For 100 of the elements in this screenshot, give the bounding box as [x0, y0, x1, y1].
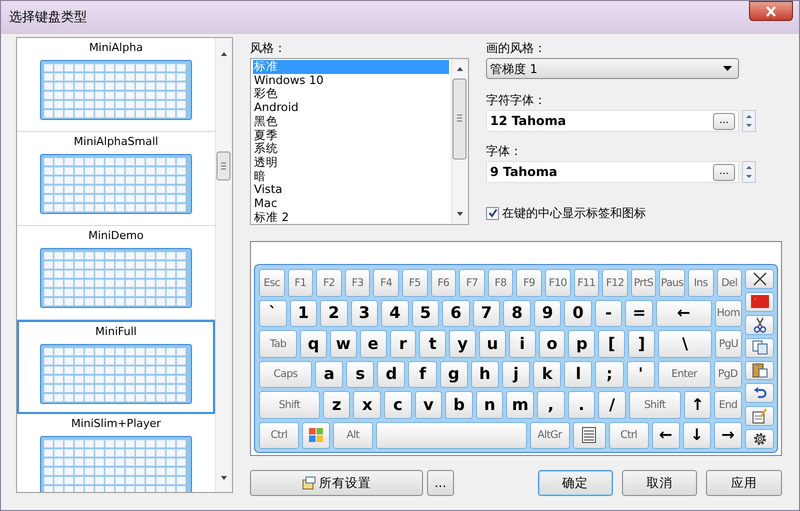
list-item[interactable]: 透明 [253, 156, 449, 170]
key[interactable]: z [322, 391, 350, 418]
spin-button[interactable] [742, 161, 756, 183]
key[interactable]: Shift [259, 391, 320, 418]
key[interactable]: Shift [628, 391, 681, 418]
font-field[interactable]: 12 Tahoma ... [486, 110, 739, 132]
layout-item[interactable]: MiniDemo [17, 226, 215, 320]
key[interactable]: F1 [288, 269, 314, 296]
key[interactable]: ← [652, 422, 680, 449]
key[interactable]: h [470, 360, 499, 388]
scrollbar[interactable] [451, 59, 468, 224]
key[interactable]: a [315, 360, 344, 388]
key[interactable]: Ctrl [259, 422, 299, 449]
key[interactable]: o [538, 330, 566, 358]
key[interactable]: m [506, 391, 534, 418]
key[interactable] [572, 422, 606, 449]
tool-button[interactable] [745, 269, 774, 289]
key[interactable]: , [537, 391, 565, 418]
key[interactable]: F5 [402, 269, 428, 296]
key[interactable]: Enter [658, 360, 711, 388]
list-item[interactable]: Windows 10 [253, 74, 449, 88]
key[interactable]: ' [626, 360, 655, 388]
key[interactable]: t [419, 330, 446, 358]
tool-button[interactable] [745, 314, 774, 335]
list-item[interactable]: Mac [253, 197, 449, 211]
list-item[interactable]: Android [253, 101, 449, 115]
scrollbar[interactable] [215, 38, 232, 492]
button[interactable]: 确定 [538, 470, 612, 496]
key[interactable]: ↑ [684, 391, 712, 418]
key[interactable]: F9 [516, 269, 542, 296]
key[interactable]: 8 [503, 300, 531, 327]
key[interactable]: x [353, 391, 382, 418]
key[interactable]: F4 [373, 269, 399, 296]
key[interactable]: y [449, 330, 476, 358]
key[interactable]: F11 [574, 269, 600, 296]
key[interactable]: . [568, 391, 596, 418]
key[interactable]: j [502, 360, 530, 388]
key[interactable]: e [360, 330, 386, 358]
key[interactable]: = [625, 300, 653, 327]
list-item[interactable]: 夏季 [253, 128, 449, 142]
button[interactable]: 取消 [622, 470, 698, 496]
layout-item[interactable]: MiniAlpha [17, 38, 215, 132]
key[interactable]: 4 [381, 300, 409, 327]
key[interactable]: n [476, 391, 504, 418]
key[interactable]: l [564, 360, 592, 388]
button[interactable]: 应用 [706, 470, 782, 496]
button[interactable]: ... [427, 470, 454, 496]
layout-item[interactable]: MiniSlim+Player [17, 414, 215, 492]
key[interactable]: d [377, 360, 406, 388]
key[interactable]: Hom [714, 300, 742, 327]
key[interactable]: F7 [459, 269, 485, 296]
list-item[interactable]: 系统 [253, 142, 449, 156]
spin-button[interactable] [742, 110, 756, 132]
tool-button[interactable] [745, 383, 774, 404]
key[interactable]: F10 [544, 269, 571, 296]
tool-button[interactable] [745, 429, 774, 449]
key[interactable]: End [714, 391, 742, 418]
key[interactable]: u [478, 330, 506, 358]
key[interactable]: b [445, 391, 473, 418]
key[interactable]: F3 [344, 269, 370, 296]
key[interactable]: F2 [316, 269, 342, 296]
font-field[interactable]: 9 Tahoma ... [486, 161, 739, 183]
key[interactable]: k [533, 360, 562, 388]
key[interactable]: / [598, 391, 626, 418]
key[interactable]: → [714, 422, 742, 449]
checkbox[interactable] [486, 206, 499, 220]
list-item[interactable]: 黑色 [253, 114, 449, 129]
layout-item[interactable]: MiniFull [17, 320, 215, 414]
key[interactable]: p [568, 330, 596, 358]
key[interactable]: ] [628, 330, 655, 358]
key[interactable]: 0 [564, 300, 592, 327]
key[interactable]: 9 [534, 300, 562, 327]
key[interactable]: Tab [259, 330, 298, 358]
list-item[interactable]: Vista [253, 183, 449, 198]
list-item[interactable]: 标准 2 [253, 210, 449, 224]
close-button[interactable] [749, 1, 793, 21]
key[interactable]: s [346, 360, 374, 388]
key[interactable]: c [384, 391, 412, 418]
tool-button[interactable] [745, 360, 774, 380]
key[interactable]: w [330, 330, 357, 358]
key[interactable]: Ctrl [608, 422, 649, 449]
key[interactable]: ` [259, 300, 287, 327]
key[interactable]: ; [595, 360, 624, 388]
key[interactable]: Caps [259, 360, 312, 388]
browse-button[interactable]: ... [713, 112, 735, 130]
key[interactable]: 6 [442, 300, 470, 327]
key[interactable]: Ins [688, 269, 714, 296]
key[interactable]: F12 [602, 269, 628, 296]
key[interactable]: Esc [259, 269, 285, 296]
key[interactable]: [ [598, 330, 626, 358]
key[interactable]: f [408, 360, 437, 388]
key[interactable]: 3 [350, 300, 378, 327]
key[interactable]: - [594, 300, 622, 327]
key[interactable]: i [508, 330, 536, 358]
key[interactable]: Paus [659, 269, 685, 296]
key[interactable]: ← [656, 300, 712, 327]
key[interactable]: PgD [714, 360, 742, 388]
list-item[interactable]: 暗 [253, 170, 449, 184]
list-item[interactable]: 彩色 [253, 87, 449, 102]
key[interactable]: Alt [332, 422, 373, 449]
